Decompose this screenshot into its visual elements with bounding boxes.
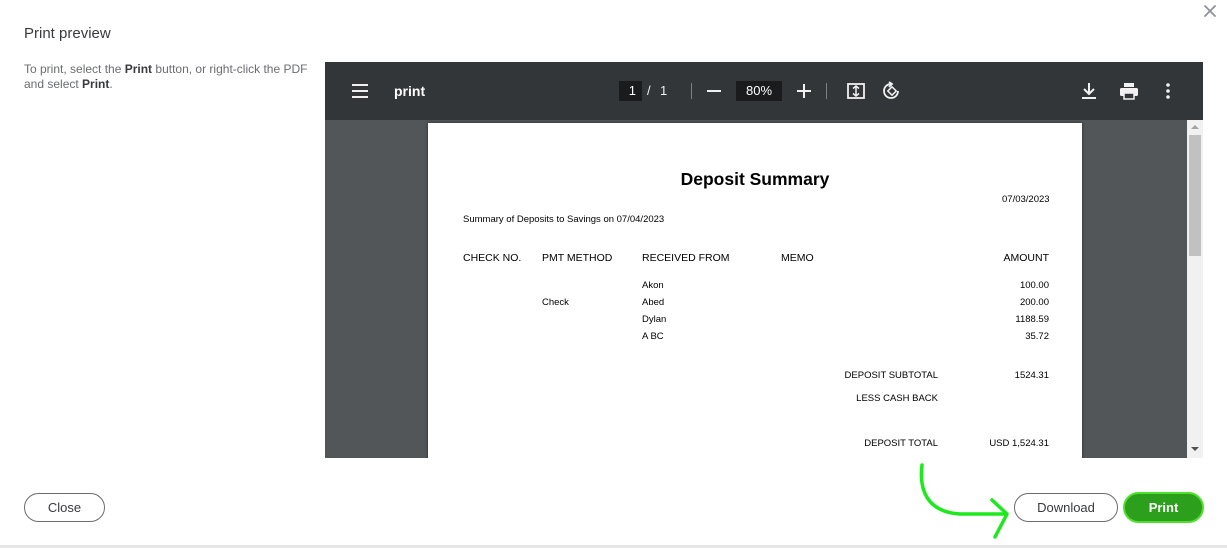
instructions-print-word-2: Print — [82, 77, 110, 91]
scroll-up-icon[interactable] — [1191, 123, 1199, 131]
toolbar-divider — [826, 83, 827, 99]
download-icon[interactable] — [1079, 81, 1099, 101]
deposit-total-label: DEPOSIT TOTAL — [864, 438, 938, 449]
deposit-subtotal-label: DEPOSIT SUBTOTAL — [844, 370, 938, 381]
page-total: 1 — [660, 83, 668, 98]
pdf-doc-title: print — [394, 83, 426, 99]
column-header-amount: AMOUNT — [1003, 252, 1050, 264]
zoom-out-icon[interactable] — [704, 81, 724, 101]
instructions-text-1: To print, select the — [24, 62, 125, 76]
instructions-print-word-1: Print — [124, 62, 153, 76]
menu-icon[interactable] — [350, 81, 370, 101]
page-separator: / — [647, 83, 651, 98]
rotate-icon[interactable] — [882, 81, 902, 101]
page-number-input[interactable]: 1 — [619, 81, 642, 101]
zoom-input[interactable]: 80% — [736, 81, 782, 101]
vertical-scrollbar[interactable] — [1187, 120, 1203, 458]
download-button[interactable]: Download — [1014, 493, 1118, 522]
row-amount: 100.00 — [1019, 280, 1049, 291]
scrollbar-thumb[interactable] — [1189, 135, 1201, 256]
column-header-check-no: CHECK NO. — [463, 252, 522, 264]
dialog-title: Print preview — [24, 25, 111, 42]
document-subtitle: Summary of Deposits to Savings on 07/04/… — [463, 214, 665, 225]
row-received-from: Akon — [642, 280, 664, 291]
row-amount: 35.72 — [1025, 331, 1049, 342]
document-title: Deposit Summary — [680, 169, 830, 189]
row-received-from: Abed — [642, 297, 665, 308]
column-header-received-from: RECEIVED FROM — [642, 252, 730, 264]
row-amount: 1188.59 — [1015, 314, 1049, 325]
zoom-in-icon[interactable] — [794, 81, 814, 101]
fit-to-page-icon[interactable] — [846, 81, 866, 101]
print-button[interactable]: Print — [1123, 492, 1204, 523]
deposit-total-value: USD 1,524.31 — [989, 438, 1049, 449]
close-button[interactable]: Close — [24, 493, 105, 522]
pdf-toolbar: print 1 / 1 80% — [325, 62, 1203, 120]
pdf-document-area[interactable]: Deposit Summary 07/03/2023 Summary of De… — [325, 120, 1187, 458]
column-header-memo: MEMO — [781, 252, 814, 264]
print-icon[interactable] — [1119, 81, 1139, 101]
annotation-arrow-icon — [919, 463, 1009, 539]
scroll-down-icon[interactable] — [1191, 445, 1199, 453]
print-instructions: To print, select the Print button, or ri… — [24, 62, 314, 92]
toolbar-divider — [691, 83, 692, 99]
row-received-from: A BC — [642, 331, 664, 342]
pdf-viewer: print 1 / 1 80% Deposit Summary 07/03/20… — [325, 62, 1203, 458]
row-pmt-method: Check — [542, 297, 569, 308]
deposit-subtotal-value: 1524.31 — [1014, 370, 1049, 381]
row-amount: 200.00 — [1019, 297, 1049, 308]
close-icon[interactable] — [1201, 2, 1219, 20]
row-received-from: Dylan — [642, 314, 667, 325]
document-date: 07/03/2023 — [1002, 194, 1050, 205]
column-header-pmt-method: PMT METHOD — [542, 252, 613, 264]
less-cash-back-label: LESS CASH BACK — [856, 393, 938, 404]
instructions-text-3: . — [109, 77, 113, 91]
pdf-page: Deposit Summary 07/03/2023 Summary of De… — [428, 123, 1082, 458]
more-options-icon[interactable] — [1158, 81, 1178, 101]
